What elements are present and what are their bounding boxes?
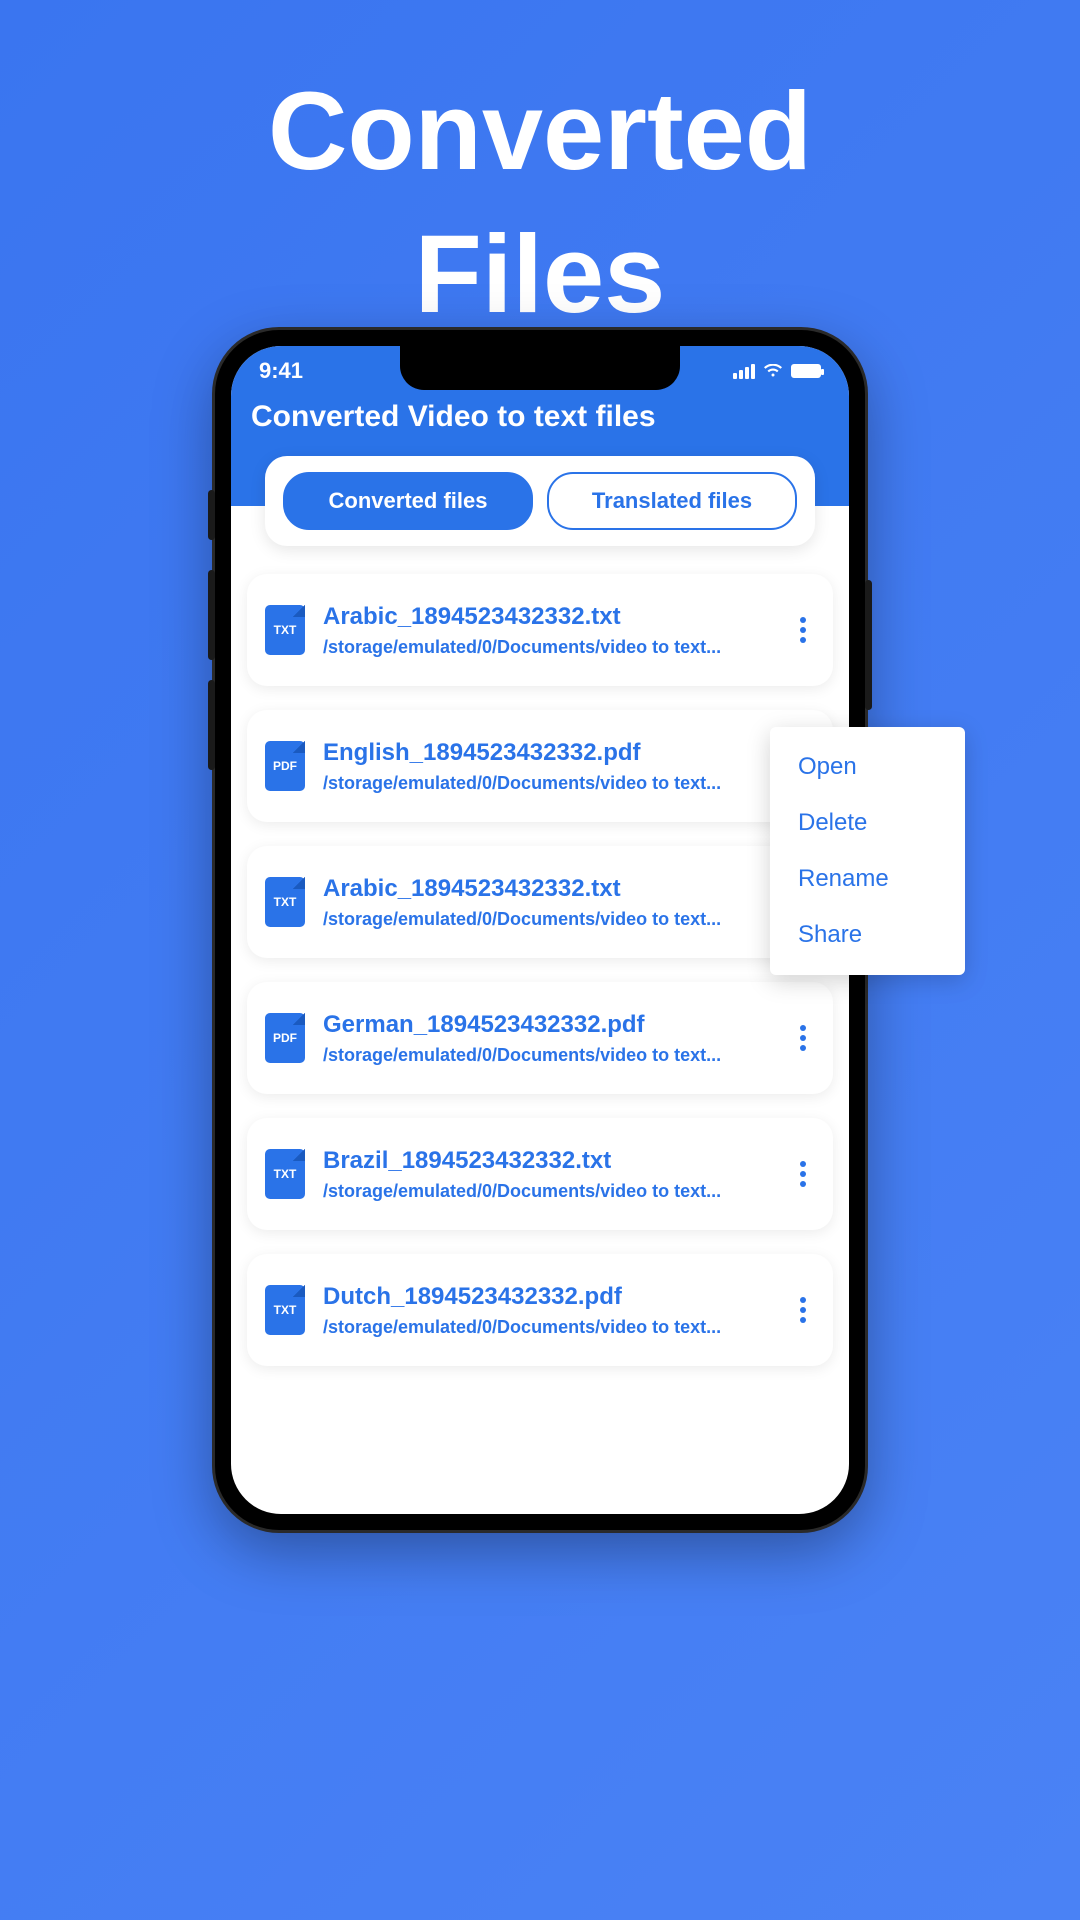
txt-file-icon: TXT — [265, 877, 305, 927]
more-options-icon[interactable] — [791, 1291, 815, 1329]
tabs-container: Converted files Translated files — [265, 456, 815, 546]
file-row[interactable]: PDF English_1894523432332.pdf /storage/e… — [247, 710, 833, 822]
menu-delete[interactable]: Delete — [770, 795, 965, 851]
tab-converted-files[interactable]: Converted files — [283, 472, 533, 530]
file-info: German_1894523432332.pdf /storage/emulat… — [323, 1011, 773, 1066]
hero-line-2: Files — [0, 203, 1080, 346]
menu-open[interactable]: Open — [770, 739, 965, 795]
hero-line-1: Converted — [0, 60, 1080, 203]
signal-icon — [733, 364, 755, 379]
file-row[interactable]: TXT Arabic_1894523432332.txt /storage/em… — [247, 846, 833, 958]
menu-rename[interactable]: Rename — [770, 851, 965, 907]
txt-file-icon: TXT — [265, 1285, 305, 1335]
file-row[interactable]: TXT Brazil_1894523432332.txt /storage/em… — [247, 1118, 833, 1230]
context-menu: Open Delete Rename Share — [770, 727, 965, 975]
file-name: Arabic_1894523432332.txt — [323, 875, 815, 903]
file-name: English_1894523432332.pdf — [323, 739, 815, 767]
page-title: Converted Video to text files — [251, 400, 656, 433]
file-info: Brazil_1894523432332.txt /storage/emulat… — [323, 1147, 773, 1202]
file-name: Brazil_1894523432332.txt — [323, 1147, 773, 1175]
file-path: /storage/emulated/0/Documents/video to t… — [323, 1045, 773, 1066]
file-info: English_1894523432332.pdf /storage/emula… — [323, 739, 815, 794]
more-options-icon[interactable] — [791, 1019, 815, 1057]
file-path: /storage/emulated/0/Documents/video to t… — [323, 773, 815, 794]
tab-translated-files[interactable]: Translated files — [547, 472, 797, 530]
hero-title: Converted Files — [0, 0, 1080, 346]
file-row[interactable]: TXT Arabic_1894523432332.txt /storage/em… — [247, 574, 833, 686]
status-time: 9:41 — [259, 358, 303, 384]
pdf-file-icon: PDF — [265, 741, 305, 791]
file-info: Dutch_1894523432332.pdf /storage/emulate… — [323, 1283, 773, 1338]
file-info: Arabic_1894523432332.txt /storage/emulat… — [323, 875, 815, 930]
battery-icon — [791, 364, 821, 378]
file-list: TXT Arabic_1894523432332.txt /storage/em… — [231, 546, 849, 1366]
file-row[interactable]: PDF German_1894523432332.pdf /storage/em… — [247, 982, 833, 1094]
file-name: Arabic_1894523432332.txt — [323, 603, 773, 631]
status-icons — [733, 364, 821, 379]
wifi-icon — [763, 364, 783, 378]
phone-mockup: 9:41 Converted Video to text files Conve… — [215, 330, 865, 1530]
phone-notch — [400, 346, 680, 390]
pdf-file-icon: PDF — [265, 1013, 305, 1063]
txt-file-icon: TXT — [265, 605, 305, 655]
menu-share[interactable]: Share — [770, 907, 965, 963]
file-row[interactable]: TXT Dutch_1894523432332.pdf /storage/emu… — [247, 1254, 833, 1366]
file-path: /storage/emulated/0/Documents/video to t… — [323, 1317, 773, 1338]
file-name: German_1894523432332.pdf — [323, 1011, 773, 1039]
file-path: /storage/emulated/0/Documents/video to t… — [323, 909, 815, 930]
file-name: Dutch_1894523432332.pdf — [323, 1283, 773, 1311]
file-path: /storage/emulated/0/Documents/video to t… — [323, 637, 773, 658]
file-path: /storage/emulated/0/Documents/video to t… — [323, 1181, 773, 1202]
more-options-icon[interactable] — [791, 1155, 815, 1193]
file-info: Arabic_1894523432332.txt /storage/emulat… — [323, 603, 773, 658]
txt-file-icon: TXT — [265, 1149, 305, 1199]
more-options-icon[interactable] — [791, 611, 815, 649]
